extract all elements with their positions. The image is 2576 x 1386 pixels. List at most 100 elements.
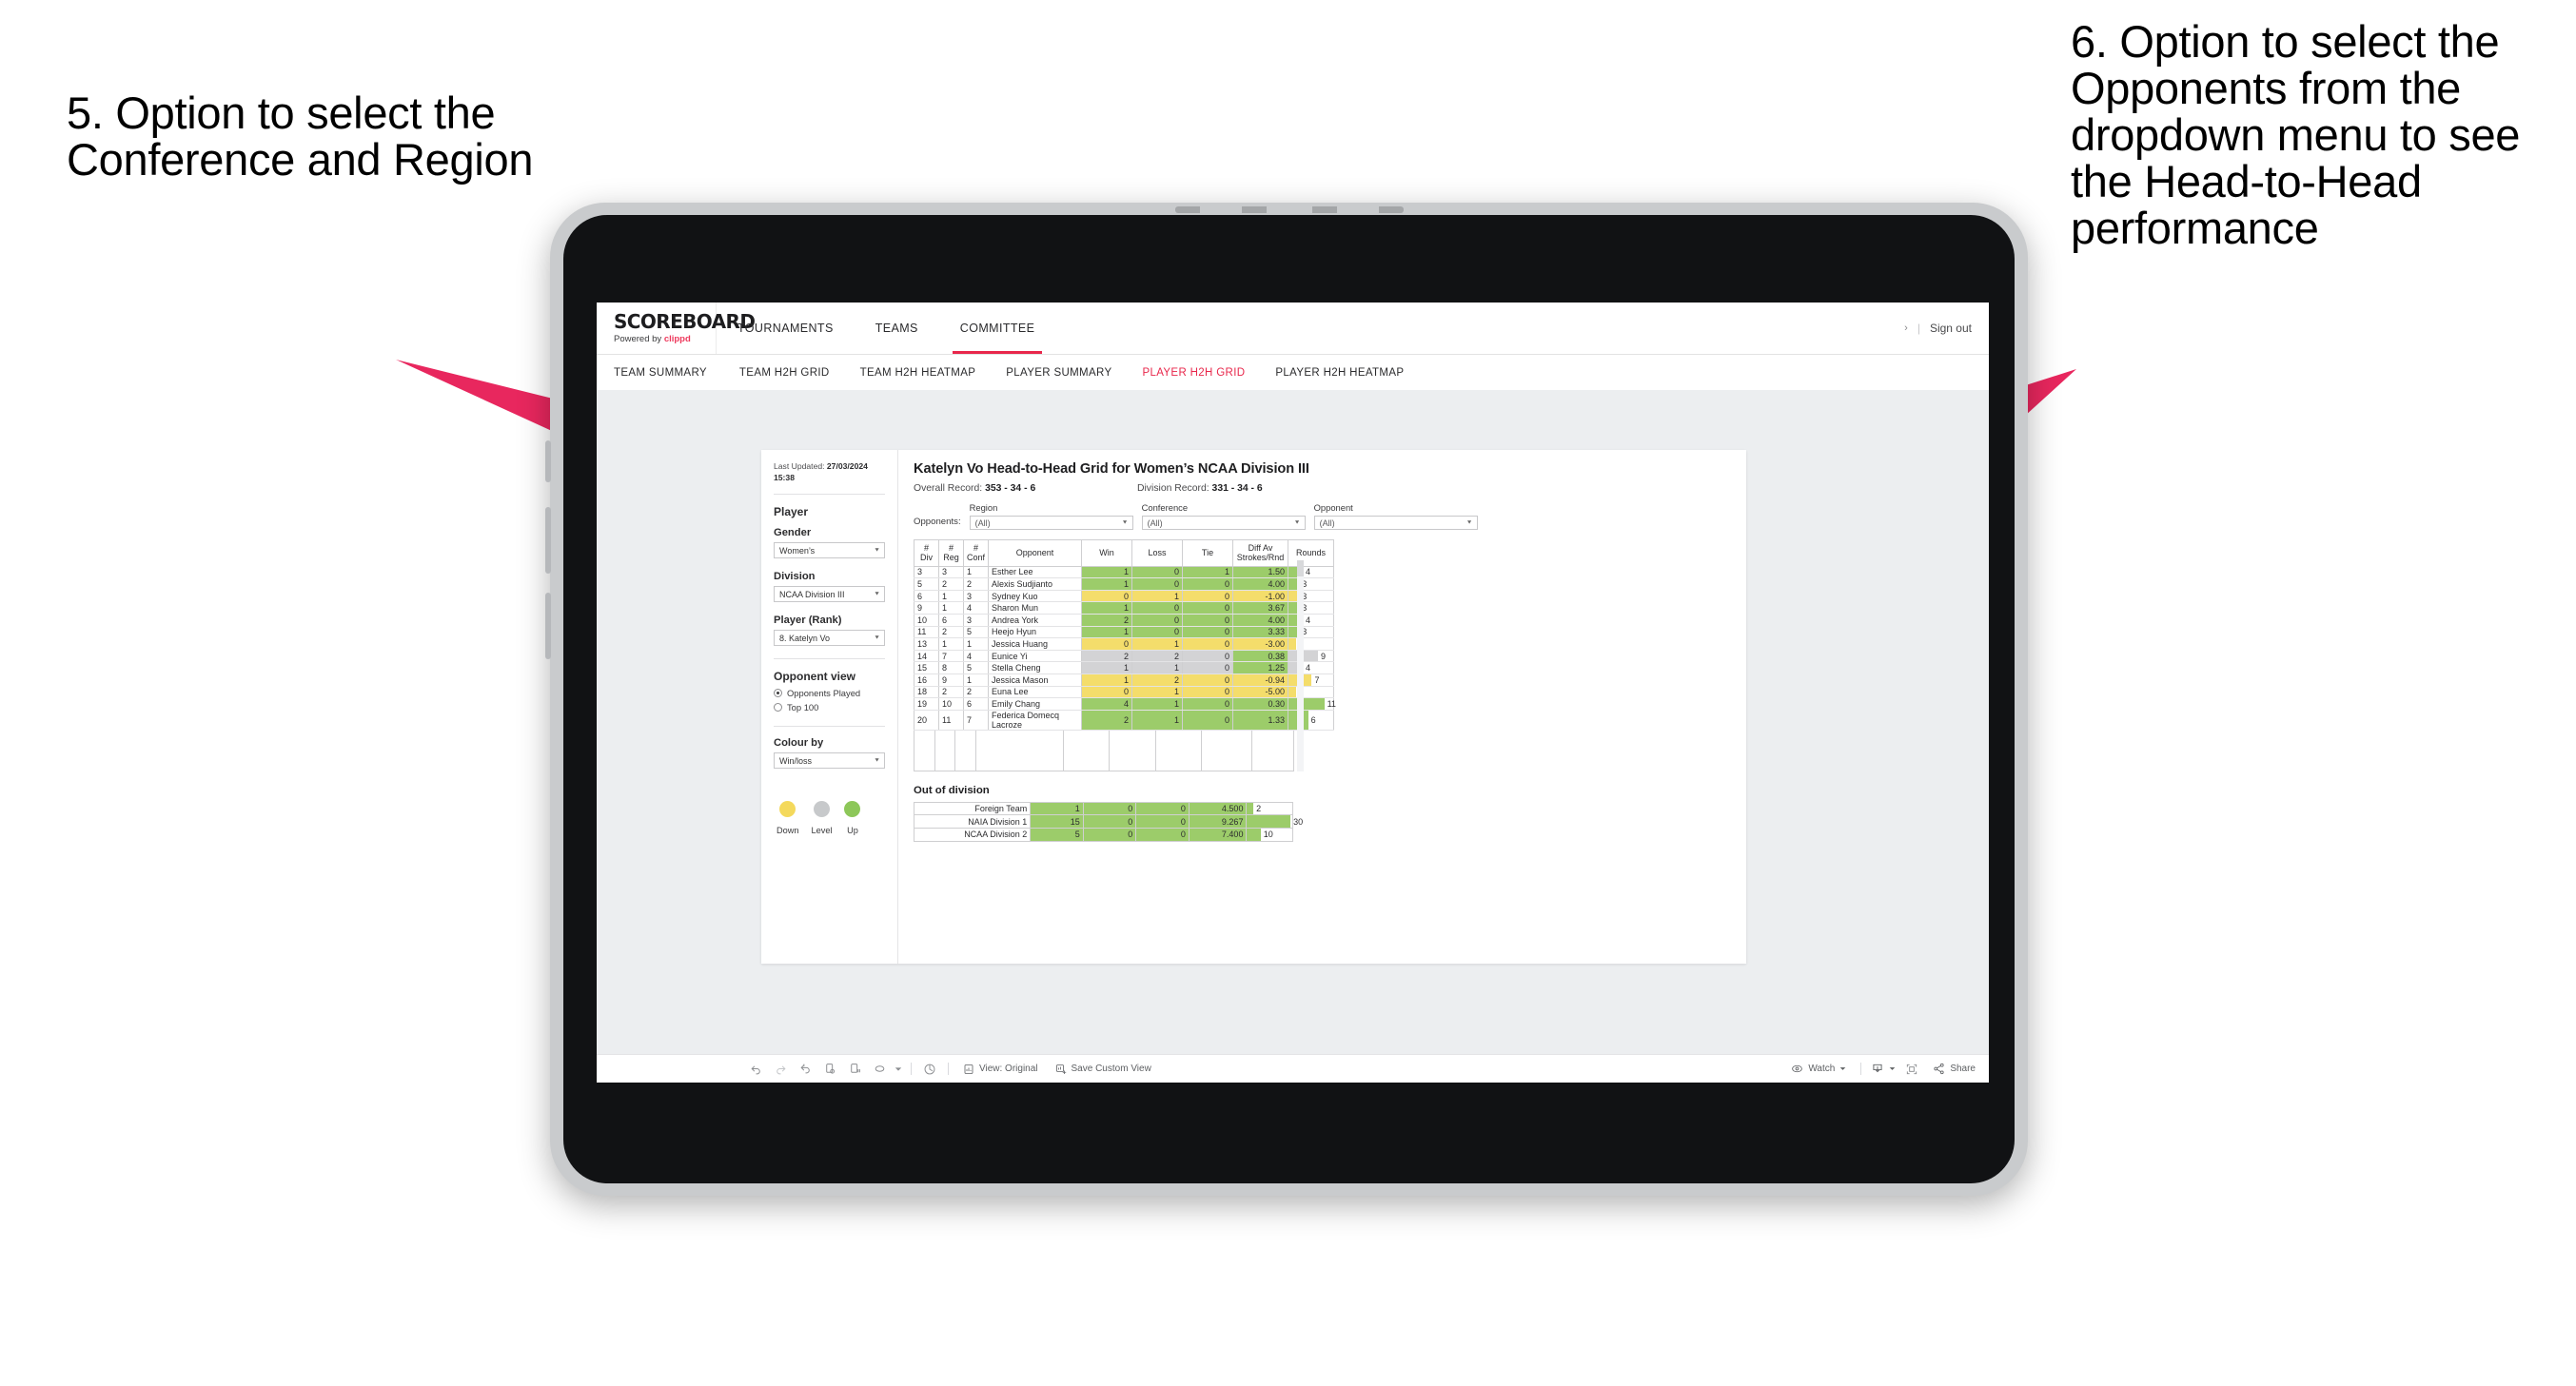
rounds-bar [1288, 698, 1325, 710]
cell-reg: 1 [938, 637, 964, 651]
radio-top-100[interactable]: Top 100 [774, 702, 885, 713]
table-row[interactable]: 19 10 6 Emily Chang 4 1 0 0.30 11 [914, 697, 1336, 711]
chevron-down-icon: ▼ [1121, 519, 1129, 526]
cell-div: 19 [914, 697, 939, 711]
out-of-division-row[interactable]: NCAA Division 2 5 0 0 7.400 10 [913, 828, 1293, 842]
ood-cell-tie: 0 [1135, 828, 1190, 842]
out-of-division-row[interactable]: NAIA Division 1 15 0 0 9.267 30 [913, 814, 1303, 829]
table-row[interactable]: 20 11 7 Federica Domecq Lacroze 2 1 0 1.33 6 [914, 710, 1334, 731]
division-label: Division [774, 571, 816, 583]
cell-conf: 4 [963, 650, 989, 663]
share-button[interactable]: Share [1924, 1063, 1989, 1075]
table-row[interactable]: 14 7 4 Eunice Yi 2 2 0 0.38 9 [914, 650, 1334, 663]
toolbar-divider-3 [1860, 1063, 1862, 1075]
subnav-item-player-h2h-heatmap[interactable]: PLAYER H2H HEATMAP [1260, 367, 1419, 379]
watch-button[interactable]: Watch [1782, 1063, 1855, 1075]
cell-rounds: 4 [1288, 661, 1334, 675]
alerts-icon[interactable] [867, 1057, 892, 1082]
table-row[interactable]: 3 3 1 Esther Lee 1 0 1 1.50 4 [914, 566, 1334, 579]
cell-diff: 0.38 [1232, 650, 1288, 663]
undo-icon[interactable] [743, 1057, 768, 1082]
ood-cell-win: 15 [1030, 814, 1084, 829]
cell-tie: 0 [1182, 650, 1233, 663]
cell-div: 15 [914, 661, 939, 675]
topnav-item-teams[interactable]: TEAMS [855, 303, 939, 354]
subnav-item-team-h2h-heatmap[interactable]: TEAM H2H HEATMAP [845, 367, 992, 379]
out-of-division-row[interactable]: Foreign Team 1 0 0 4.500 2 [913, 801, 1293, 816]
viz-bottom-toolbar: View: Original Save Custom View Watch Sh… [597, 1054, 1989, 1083]
tablet-speaker-grille [1174, 206, 1404, 213]
last-updated: Last Updated: 27/03/2024 15:38 [774, 461, 885, 483]
player-rank-select[interactable]: 8. Katelyn Vo ▼ [774, 630, 885, 647]
cell-tie: 0 [1182, 614, 1233, 627]
app-logo[interactable]: SCOREBOARD Powered by clippd [597, 303, 756, 354]
eye-icon [1792, 1064, 1803, 1073]
radio-opponents-played[interactable]: Opponents Played [774, 688, 885, 698]
ood-rounds-value: 2 [1256, 804, 1262, 814]
col-conf-line1: # [973, 543, 978, 553]
alerts-dropdown-icon[interactable] [892, 1057, 905, 1082]
cell-reg: 3 [938, 566, 964, 579]
cell-reg: 8 [938, 661, 964, 675]
cell-opponent: Emily Chang [988, 697, 1082, 711]
out-of-division-body: Foreign Team 1 0 0 4.500 2 NAIA Division 1 15 0 0… [913, 801, 1303, 842]
table-row[interactable]: 1311Jessica Huang010-3.002 [914, 637, 1334, 651]
legend-label-level: Level [811, 826, 833, 836]
gender-select[interactable]: Women’s ▼ [774, 542, 885, 559]
rounds-value: 4 [1306, 663, 1311, 673]
cell-loss: 0 [1131, 626, 1183, 639]
annotation-right: 6. Option to select the Opponents from t… [2071, 16, 2521, 253]
subnav-item-team-summary[interactable]: TEAM SUMMARY [614, 367, 724, 379]
table-row[interactable]: 9 1 4 Sharon Mun 1 0 0 3.67 3 [914, 601, 1334, 615]
download-button[interactable] [1867, 1063, 1899, 1076]
division-select[interactable]: NCAA Division III ▼ [774, 586, 885, 603]
table-row[interactable]: 15 8 5 Stella Cheng 1 1 0 1.25 4 [914, 661, 1334, 675]
ood-cell-win: 1 [1030, 801, 1084, 816]
table-row[interactable]: 5 2 2 Alexis Sudjianto 1 0 0 4.00 3 [914, 577, 1334, 591]
subnav-item-team-h2h-grid[interactable]: TEAM H2H GRID [724, 367, 845, 379]
player-rank-label: Player (Rank) [774, 615, 842, 627]
view-original-button[interactable]: View: Original [954, 1064, 1047, 1075]
subnav-item-player-summary[interactable]: PLAYER SUMMARY [991, 367, 1127, 379]
table-row[interactable]: 6 1 3 Sydney Kuo 0 1 0 -1.00 3 [914, 590, 1334, 603]
grid-scrollbar-thumb[interactable] [1297, 560, 1304, 576]
chevron-right-icon[interactable]: › [1904, 322, 1908, 334]
table-row[interactable]: 16 9 1 Jessica Mason 1 2 0 -0.94 7 [914, 673, 1334, 687]
filters-sidebar: Last Updated: 27/03/2024 15:38 Player Ge… [761, 450, 898, 964]
table-row[interactable]: 1822Euna Lee010-5.002 [914, 686, 1334, 699]
cell-tie: 0 [1182, 697, 1233, 711]
revert-icon[interactable] [793, 1057, 817, 1082]
topnav-item-committee[interactable]: COMMITTEE [939, 303, 1056, 354]
cell-loss: 2 [1131, 673, 1183, 687]
save-custom-view-button[interactable]: Save Custom View [1047, 1064, 1160, 1075]
opponent-filter-select[interactable]: (All) ▼ [1313, 516, 1478, 530]
topnav-item-tournaments[interactable]: TOURNAMENTS [717, 303, 855, 354]
pause-auto-update-icon[interactable] [917, 1057, 942, 1082]
colour-by-select[interactable]: Win/loss ▼ [774, 752, 885, 770]
sign-out-link[interactable]: Sign out [1930, 322, 1972, 335]
pause-updates-icon[interactable] [842, 1057, 867, 1082]
topnav-divider: | [1917, 322, 1920, 335]
gender-field: Gender Women’s ▼ [774, 527, 885, 559]
rounds-bar [1288, 686, 1296, 698]
conference-filter-select[interactable]: (All) ▼ [1141, 516, 1306, 530]
region-filter-select[interactable]: (All) ▼ [969, 516, 1133, 530]
ood-cell-loss: 0 [1082, 828, 1137, 842]
subnav-item-player-h2h-grid[interactable]: PLAYER H2H GRID [1127, 367, 1260, 379]
opponent-filter-label: Opponent [1313, 502, 1353, 513]
refresh-data-icon[interactable] [817, 1057, 842, 1082]
table-row[interactable]: 10 6 3 Andrea York 2 0 0 4.00 4 [914, 614, 1334, 627]
col-diff-line1: Diff Av [1248, 543, 1273, 553]
redo-icon[interactable] [768, 1057, 793, 1082]
cell-conf: 1 [963, 566, 989, 579]
grid-vertical-scrollbar[interactable] [1297, 560, 1304, 771]
rounds-value: 9 [1321, 651, 1327, 661]
h2h-grid-empty-area [914, 730, 1294, 771]
rounds-value: 6 [1310, 714, 1316, 725]
table-row[interactable]: 11 2 5 Heejo Hyun 1 0 0 3.33 3 [914, 626, 1334, 639]
dashboard-card: Last Updated: 27/03/2024 15:38 Player Ge… [761, 450, 1746, 964]
ood-cell-loss: 0 [1082, 801, 1137, 816]
fullscreen-button[interactable] [1899, 1057, 1924, 1082]
cell-div: 20 [914, 710, 939, 731]
cell-conf: 2 [963, 686, 989, 699]
